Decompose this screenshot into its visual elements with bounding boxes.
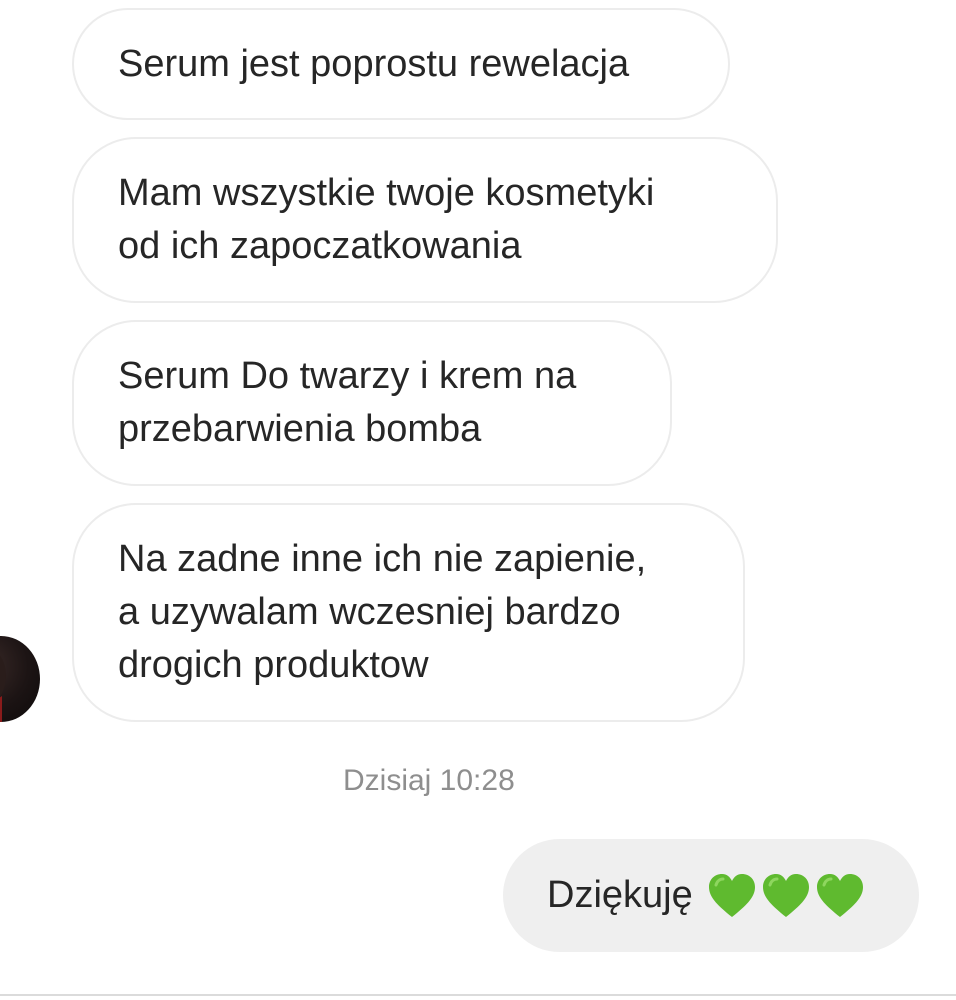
emoji-group — [707, 873, 865, 919]
received-message-bubble[interactable]: Serum Do twarzy i krem na przebarwienia … — [72, 320, 672, 486]
message-timestamp: Dzisiaj 10:28 — [343, 764, 515, 797]
composer-divider — [0, 994, 956, 996]
green-heart-icon — [816, 873, 863, 917]
message-text-line: od ich zapoczatkowania — [118, 225, 522, 267]
received-message-bubble[interactable]: Mam wszystkie twoje kosmetyki od ich zap… — [72, 137, 778, 303]
message-text-line: przebarwienia bomba — [118, 408, 482, 450]
message-text-line: Mam wszystkie twoje kosmetyki — [118, 172, 655, 214]
message-text-line: Serum Do twarzy i krem na — [118, 355, 577, 397]
message-text-line: drogich produktow — [118, 644, 429, 686]
green-heart-icon — [762, 873, 809, 917]
message-thread: Serum jest poprostu rewelacja Mam wszyst… — [0, 0, 956, 1000]
green-heart-icon — [708, 873, 755, 917]
sender-avatar[interactable] — [0, 636, 40, 722]
received-message-bubble[interactable]: Na zadne inne ich nie zapienie, a uzywal… — [72, 503, 745, 722]
received-message-bubble[interactable]: Serum jest poprostu rewelacja — [72, 8, 730, 120]
message-text-line: Serum jest poprostu rewelacja — [118, 42, 630, 85]
sent-message-bubble[interactable]: Dziękuję — [503, 839, 919, 952]
message-text-line: a uzywalam wczesniej bardzo — [118, 591, 621, 633]
message-text-line: Na zadne inne ich nie zapienie, — [118, 538, 647, 580]
sent-message-text: Dziękuję — [547, 874, 693, 916]
